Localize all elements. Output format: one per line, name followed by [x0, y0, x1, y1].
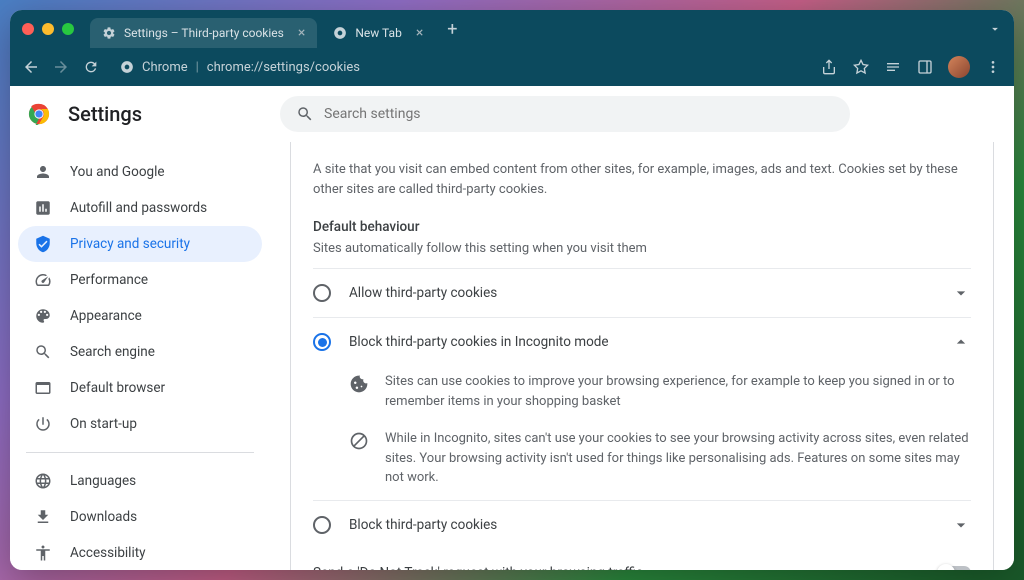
radio-label: Block third-party cookies: [349, 517, 933, 533]
cookie-icon: [349, 374, 369, 394]
sidebar-item-label: Autofill and passwords: [70, 200, 207, 216]
detail-text: Sites can use cookies to improve your br…: [385, 372, 971, 411]
tab-label: Settings – Third-party cookies: [124, 26, 284, 40]
search-icon: [34, 343, 52, 361]
share-icon[interactable]: [820, 58, 838, 76]
block-icon: [349, 431, 369, 451]
speed-icon: [34, 271, 52, 289]
sidebar-item-on-startup[interactable]: On start-up: [18, 406, 262, 442]
chrome-logo-icon: [28, 103, 50, 125]
minimize-window-button[interactable]: [42, 23, 54, 35]
user-icon: [34, 163, 52, 181]
sidebar-item-label: Privacy and security: [70, 236, 190, 252]
option-block-all[interactable]: Block third-party cookies: [313, 500, 971, 549]
description-text: A site that you visit can embed content …: [313, 160, 971, 199]
sidebar-item-languages[interactable]: Languages: [18, 463, 262, 499]
forward-button[interactable]: [52, 58, 70, 76]
address-bar[interactable]: Chrome | chrome://settings/cookies: [112, 56, 808, 79]
radio-button[interactable]: [313, 516, 331, 534]
globe-icon: [34, 472, 52, 490]
autofill-icon: [34, 199, 52, 217]
sidebar-item-label: You and Google: [70, 164, 165, 180]
panel-icon[interactable]: [916, 58, 934, 76]
close-tab-icon[interactable]: ×: [298, 25, 305, 41]
sidebar-item-label: On start-up: [70, 416, 137, 432]
radio-button[interactable]: [313, 284, 331, 302]
page-title: Settings: [68, 102, 142, 126]
tab-active[interactable]: Settings – Third-party cookies ×: [90, 18, 317, 48]
sidebar-item-autofill[interactable]: Autofill and passwords: [18, 190, 262, 226]
chevron-down-icon[interactable]: [951, 515, 971, 535]
settings-card: A site that you visit can embed content …: [290, 142, 994, 570]
chrome-icon: [120, 60, 134, 74]
titlebar: Settings – Third-party cookies × New Tab…: [10, 10, 1014, 48]
dnt-toggle[interactable]: [939, 566, 971, 571]
gear-icon: [102, 26, 116, 40]
radio-label: Block third-party cookies in Incognito m…: [349, 334, 933, 350]
sidebar: You and Google Autofill and passwords Pr…: [10, 142, 270, 570]
divider: [26, 452, 254, 453]
close-tab-icon[interactable]: ×: [416, 25, 423, 41]
close-window-button[interactable]: [22, 23, 34, 35]
address-separator: |: [196, 60, 199, 75]
bookmark-icon[interactable]: [852, 58, 870, 76]
shield-icon: [34, 235, 52, 253]
content: You and Google Autofill and passwords Pr…: [10, 142, 1014, 570]
chevron-down-icon[interactable]: [951, 283, 971, 303]
tab-inactive[interactable]: New Tab ×: [321, 18, 435, 48]
main-content: A site that you visit can embed content …: [270, 142, 1014, 570]
palette-icon: [34, 307, 52, 325]
dnt-row: Send a 'Do Not Track' request with your …: [313, 549, 971, 571]
reload-button[interactable]: [82, 58, 100, 76]
profile-avatar[interactable]: [948, 56, 970, 78]
radio-label: Allow third-party cookies: [349, 285, 933, 301]
address-url: chrome://settings/cookies: [207, 60, 360, 75]
toolbar: Chrome | chrome://settings/cookies: [10, 48, 1014, 86]
browser-icon: [34, 379, 52, 397]
kebab-menu-icon[interactable]: [984, 58, 1002, 76]
download-icon: [34, 508, 52, 526]
reading-list-icon[interactable]: [884, 58, 902, 76]
detail-cookie: Sites can use cookies to improve your br…: [313, 366, 971, 423]
section-subtitle: Sites automatically follow this setting …: [313, 241, 971, 256]
search-input[interactable]: [324, 106, 834, 122]
back-button[interactable]: [22, 58, 40, 76]
power-icon: [34, 415, 52, 433]
sidebar-item-you-and-google[interactable]: You and Google: [18, 154, 262, 190]
sidebar-item-label: Performance: [70, 272, 148, 288]
section-title: Default behaviour: [313, 219, 971, 235]
sidebar-item-label: Default browser: [70, 380, 165, 396]
sidebar-item-downloads[interactable]: Downloads: [18, 499, 262, 535]
sidebar-item-performance[interactable]: Performance: [18, 262, 262, 298]
sidebar-item-accessibility[interactable]: Accessibility: [18, 535, 262, 570]
sidebar-item-label: Search engine: [70, 344, 155, 360]
settings-header: Settings: [10, 86, 1014, 142]
search-settings-bar[interactable]: [280, 96, 850, 132]
detail-block: While in Incognito, sites can't use your…: [313, 423, 971, 500]
option-block-incognito[interactable]: Block third-party cookies in Incognito m…: [313, 317, 971, 366]
chrome-icon: [333, 26, 347, 40]
sidebar-item-label: Languages: [70, 473, 136, 489]
sidebar-item-label: Accessibility: [70, 545, 146, 561]
sidebar-item-search-engine[interactable]: Search engine: [18, 334, 262, 370]
new-tab-button[interactable]: +: [447, 19, 457, 40]
sidebar-item-label: Appearance: [70, 308, 142, 324]
address-prefix: Chrome: [142, 60, 188, 75]
radio-button[interactable]: [313, 333, 331, 351]
tab-label: New Tab: [355, 26, 401, 40]
sidebar-item-privacy[interactable]: Privacy and security: [18, 226, 262, 262]
maximize-window-button[interactable]: [62, 23, 74, 35]
traffic-lights: [22, 23, 74, 35]
sidebar-item-label: Downloads: [70, 509, 137, 525]
detail-text: While in Incognito, sites can't use your…: [385, 429, 971, 488]
sidebar-item-default-browser[interactable]: Default browser: [18, 370, 262, 406]
chevron-up-icon[interactable]: [951, 332, 971, 352]
window-menu-icon[interactable]: [988, 22, 1002, 36]
accessibility-icon: [34, 544, 52, 562]
dnt-label: Send a 'Do Not Track' request with your …: [313, 565, 921, 571]
option-allow-third-party[interactable]: Allow third-party cookies: [313, 268, 971, 317]
sidebar-item-appearance[interactable]: Appearance: [18, 298, 262, 334]
browser-window: Settings – Third-party cookies × New Tab…: [10, 10, 1014, 570]
search-icon: [296, 105, 314, 123]
